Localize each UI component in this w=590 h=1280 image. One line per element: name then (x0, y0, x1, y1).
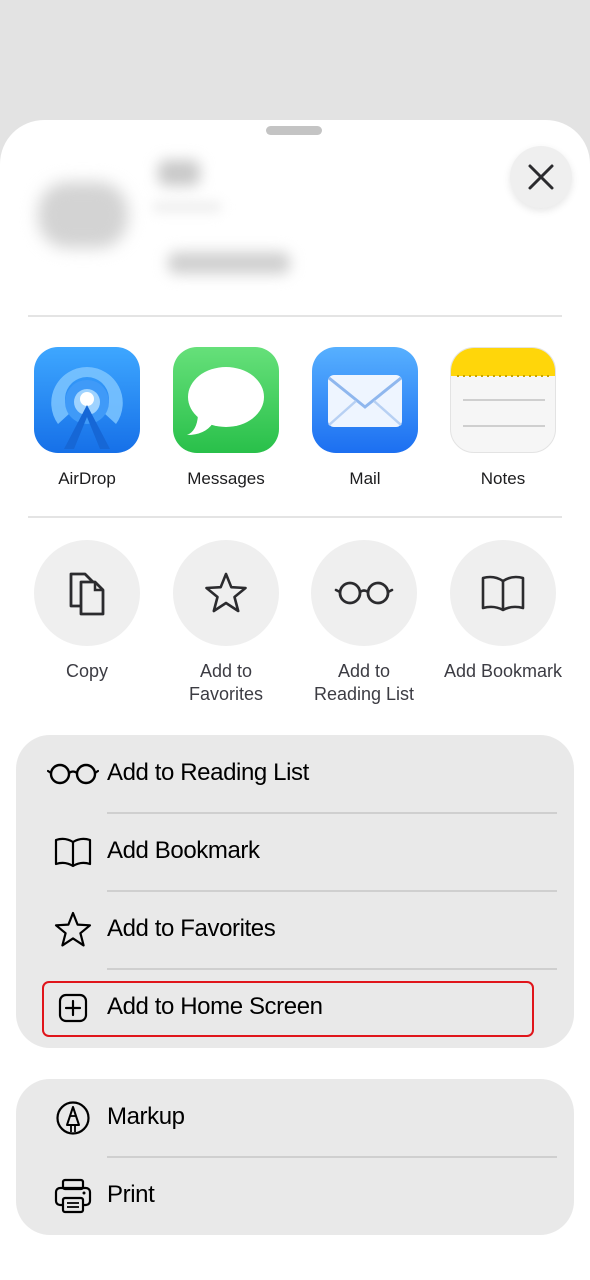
action-add-to-favorites[interactable]: Add to Favorites (166, 540, 286, 706)
action-add-bookmark[interactable]: Add Bookmark (443, 540, 563, 683)
app-notes[interactable]: Notes (449, 347, 557, 489)
action-label: Add Bookmark (443, 661, 563, 681)
menu-add-to-reading-list[interactable]: Add to Reading List (16, 735, 574, 813)
action-add-to-reading-list[interactable]: Add to Reading List (304, 540, 424, 706)
plus-square-icon (58, 993, 88, 1023)
menu-print[interactable]: Print (16, 1157, 574, 1235)
preview-thumbnail (38, 182, 128, 248)
copy-icon (69, 572, 105, 616)
menu-group-tools: Markup Print (16, 1079, 574, 1235)
action-label: Copy (65, 661, 109, 681)
app-label: Messages (187, 469, 265, 488)
menu-label: Add to Favorites (107, 915, 276, 942)
menu-add-to-home-screen[interactable]: Add to Home Screen (16, 969, 574, 1047)
glasses-icon (47, 763, 99, 785)
star-icon (54, 911, 92, 947)
action-copy[interactable]: Copy (27, 540, 147, 683)
book-icon (54, 837, 92, 868)
menu-group-bookmarks: Add to Reading List Add Bookmark Add to … (16, 735, 574, 1048)
sheet-grabber[interactable] (266, 126, 322, 135)
divider (28, 516, 562, 518)
app-messages[interactable]: Messages (172, 347, 280, 489)
book-icon (481, 575, 525, 612)
action-label: Add to Reading List (313, 661, 415, 704)
menu-add-to-favorites[interactable]: Add to Favorites (16, 891, 574, 969)
xmark-icon (528, 164, 554, 190)
menu-label: Add Bookmark (107, 837, 260, 864)
airdrop-icon (34, 347, 140, 453)
preview-options-blurred (168, 252, 290, 274)
menu-label: Print (107, 1181, 155, 1208)
menu-markup[interactable]: Markup (16, 1079, 574, 1157)
markup-pen-icon (56, 1101, 90, 1135)
app-label: Mail (349, 469, 381, 488)
notes-icon (450, 347, 556, 453)
app-mail[interactable]: Mail (311, 347, 419, 489)
menu-label: Add to Reading List (107, 759, 309, 786)
menu-label: Markup (107, 1103, 185, 1130)
close-button[interactable] (510, 146, 572, 208)
app-label: Notes (480, 469, 526, 488)
messages-icon (173, 347, 279, 453)
printer-icon (54, 1178, 92, 1214)
mail-icon (312, 347, 418, 453)
glasses-icon (334, 581, 394, 605)
app-label: AirDrop (58, 469, 116, 488)
star-icon (205, 572, 247, 613)
menu-label: Add to Home Screen (107, 993, 323, 1020)
preview-title-blurred (158, 160, 200, 186)
share-sheet: AirDrop Messages Mail Notes Copy Add to … (0, 120, 590, 1280)
action-label: Add to Favorites (188, 661, 264, 704)
divider (28, 315, 562, 317)
app-airdrop[interactable]: AirDrop (33, 347, 141, 489)
menu-add-bookmark[interactable]: Add Bookmark (16, 813, 574, 891)
preview-detail-blurred (152, 202, 222, 212)
